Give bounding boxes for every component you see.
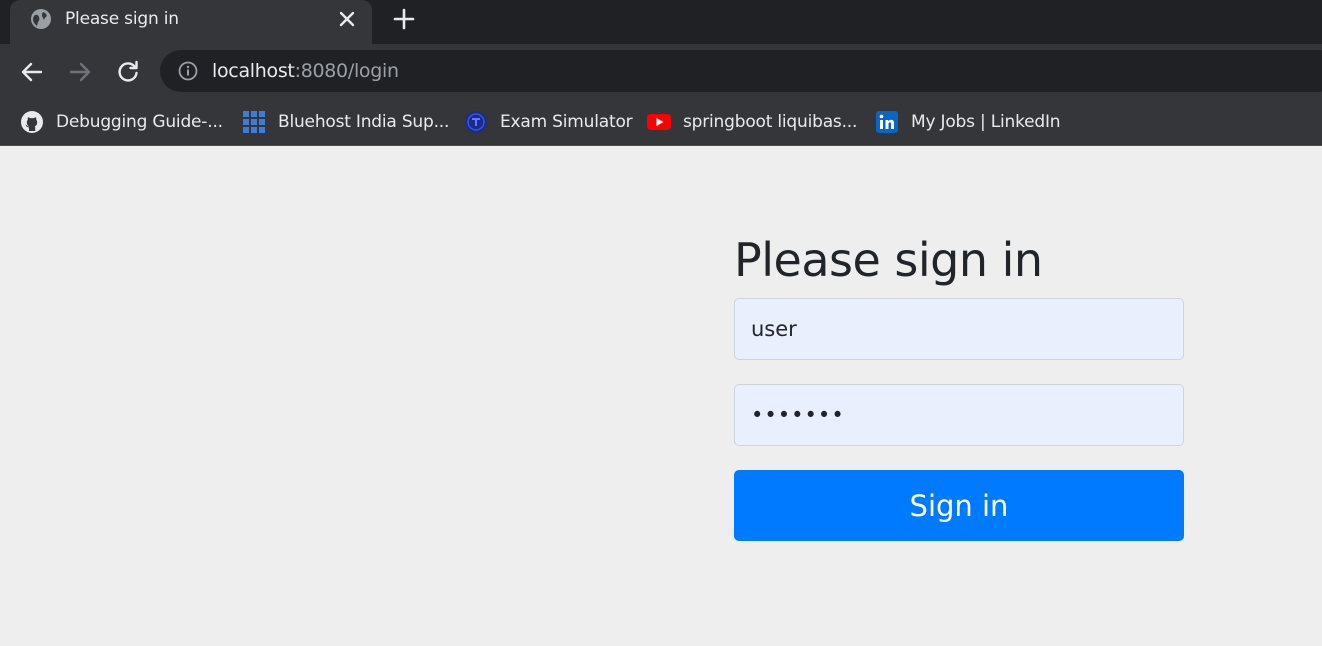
reload-icon[interactable]	[114, 58, 142, 86]
bookmark-label: Debugging Guide-...	[56, 112, 223, 132]
new-tab-plus-icon[interactable]	[392, 7, 416, 31]
globe-icon	[31, 9, 51, 29]
exam-simulator-icon	[465, 111, 487, 133]
bookmark-linkedin-jobs[interactable]: My Jobs | LinkedIn	[875, 100, 1061, 144]
url-host: localhost	[212, 60, 295, 82]
close-icon[interactable]	[336, 8, 358, 30]
youtube-icon	[647, 114, 671, 130]
bookmark-label: springboot liquibas...	[683, 112, 858, 132]
github-icon	[21, 111, 43, 133]
back-arrow-icon[interactable]	[18, 58, 46, 86]
password-field[interactable]	[734, 384, 1184, 446]
tab-strip: Please sign in	[0, 0, 1322, 44]
bookmark-exam-simulator[interactable]: Exam Simulator	[464, 100, 633, 144]
bookmark-debugging-guide[interactable]: Debugging Guide-...	[20, 100, 223, 144]
url-path: :8080/login	[294, 60, 399, 82]
tab-title: Please sign in	[65, 9, 179, 29]
bookmarks-bar: Debugging Guide-... Bluehost India Sup..…	[0, 100, 1322, 146]
address-bar[interactable]: localhost:8080/login	[160, 50, 1322, 92]
bookmark-bluehost[interactable]: Bluehost India Sup...	[242, 100, 449, 144]
bookmark-label: Exam Simulator	[500, 112, 633, 132]
bookmark-springboot-liquibase[interactable]: springboot liquibas...	[647, 100, 857, 144]
linkedin-icon	[876, 111, 898, 133]
page-title: Please sign in	[734, 233, 1043, 287]
bookmark-label: Bluehost India Sup...	[278, 112, 450, 132]
sign-in-button[interactable]: Sign in	[734, 470, 1184, 541]
login-page: Please sign in Sign in	[0, 147, 1322, 646]
info-icon[interactable]	[178, 61, 198, 81]
browser-tab[interactable]: Please sign in	[10, 0, 372, 44]
bookmark-label: My Jobs | LinkedIn	[911, 112, 1061, 132]
browser-toolbar: localhost:8080/login	[0, 44, 1322, 100]
username-field[interactable]	[734, 298, 1184, 360]
forward-arrow-icon[interactable]	[66, 58, 94, 86]
url-text: localhost:8080/login	[212, 60, 399, 82]
bluehost-grid-icon	[243, 111, 265, 133]
